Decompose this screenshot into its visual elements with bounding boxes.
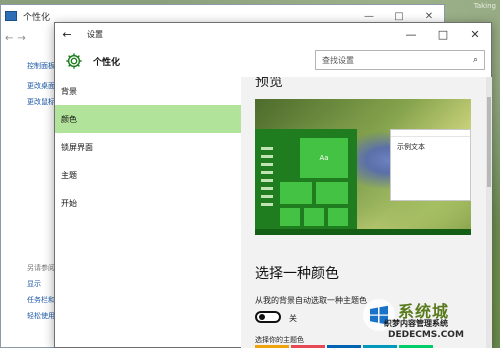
- preview-sample-window: 示例文本: [390, 129, 471, 201]
- see-also-label: 另请参阅: [27, 264, 55, 272]
- see-also-display[interactable]: 显示: [27, 279, 41, 289]
- site-watermark: 系统城 织梦内容管理系统 DEDECMS.COM: [362, 298, 498, 346]
- scrollbar-thumb[interactable]: [487, 97, 491, 187]
- watermark-url: DEDECMS.COM: [388, 330, 464, 340]
- settings-titlebar: ← 设置 — □ ✕: [55, 23, 491, 45]
- auto-color-toggle[interactable]: [255, 311, 281, 323]
- page-title: 个性化: [93, 57, 121, 68]
- search-input[interactable]: 查找设置 ⌕: [315, 50, 485, 70]
- watermark-subtitle: 织梦内容管理系统: [384, 319, 448, 328]
- window-icon: [5, 11, 17, 21]
- search-icon[interactable]: ⌕: [473, 55, 478, 65]
- preview-start-list: [261, 147, 275, 211]
- see-also-ease-of-access[interactable]: 轻松使用: [27, 311, 55, 321]
- color-preview: Aa 示例文本: [255, 99, 471, 235]
- preview-tile: [327, 207, 349, 227]
- toggle-knob: [259, 314, 265, 320]
- gear-icon: [63, 50, 85, 72]
- nav-link-control-panel[interactable]: 控制面板: [27, 61, 55, 71]
- back-arrow-icon[interactable]: ←: [55, 28, 79, 41]
- sidebar-item-start[interactable]: 开始: [55, 189, 241, 217]
- search-placeholder: 查找设置: [322, 55, 354, 65]
- preview-tile-label: Aa: [319, 154, 329, 162]
- nav-link-mouse[interactable]: 更改鼠标: [27, 97, 55, 107]
- settings-header: 个性化 查找设置 ⌕: [55, 45, 491, 77]
- settings-sidebar: 背景 颜色 锁屏界面 主题 开始: [55, 77, 241, 348]
- preview-taskbar: [255, 229, 471, 235]
- control-panel-nav: ←→ 控制面板 更改桌面 更改鼠标 另请参阅 显示 任务栏和 轻松使用: [1, 27, 55, 348]
- desktop-corner-label: Taking: [473, 2, 496, 10]
- sidebar-item-themes[interactable]: 主题: [55, 161, 241, 189]
- preview-tile: [279, 181, 313, 205]
- sidebar-item-colors[interactable]: 颜色: [55, 105, 241, 133]
- minimize-button[interactable]: —: [395, 23, 427, 45]
- close-button[interactable]: ✕: [459, 23, 491, 45]
- toggle-state-label: 关: [289, 314, 297, 323]
- pick-color-label: 选择你的主题色: [255, 336, 304, 344]
- preview-tile: [303, 207, 325, 227]
- preview-tile: [279, 207, 301, 227]
- nav-link-desktop[interactable]: 更改桌面: [27, 81, 55, 91]
- maximize-button[interactable]: □: [427, 23, 459, 45]
- preview-heading: 预览: [255, 77, 283, 90]
- settings-window-title: 设置: [87, 29, 103, 39]
- see-also-taskbar[interactable]: 任务栏和: [27, 295, 55, 305]
- preview-tile-large: Aa: [299, 137, 349, 179]
- sidebar-item-background[interactable]: 背景: [55, 77, 241, 105]
- preview-tile: [315, 181, 349, 205]
- auto-color-label: 从我的背景自动选取一种主题色: [255, 296, 367, 305]
- sidebar-item-lock-screen[interactable]: 锁屏界面: [55, 133, 241, 161]
- choose-color-heading: 选择一种颜色: [255, 266, 339, 282]
- control-panel-title: 个性化: [23, 12, 51, 23]
- preview-sample-text: 示例文本: [397, 143, 425, 151]
- nav-arrows-icon[interactable]: ←→: [5, 33, 30, 44]
